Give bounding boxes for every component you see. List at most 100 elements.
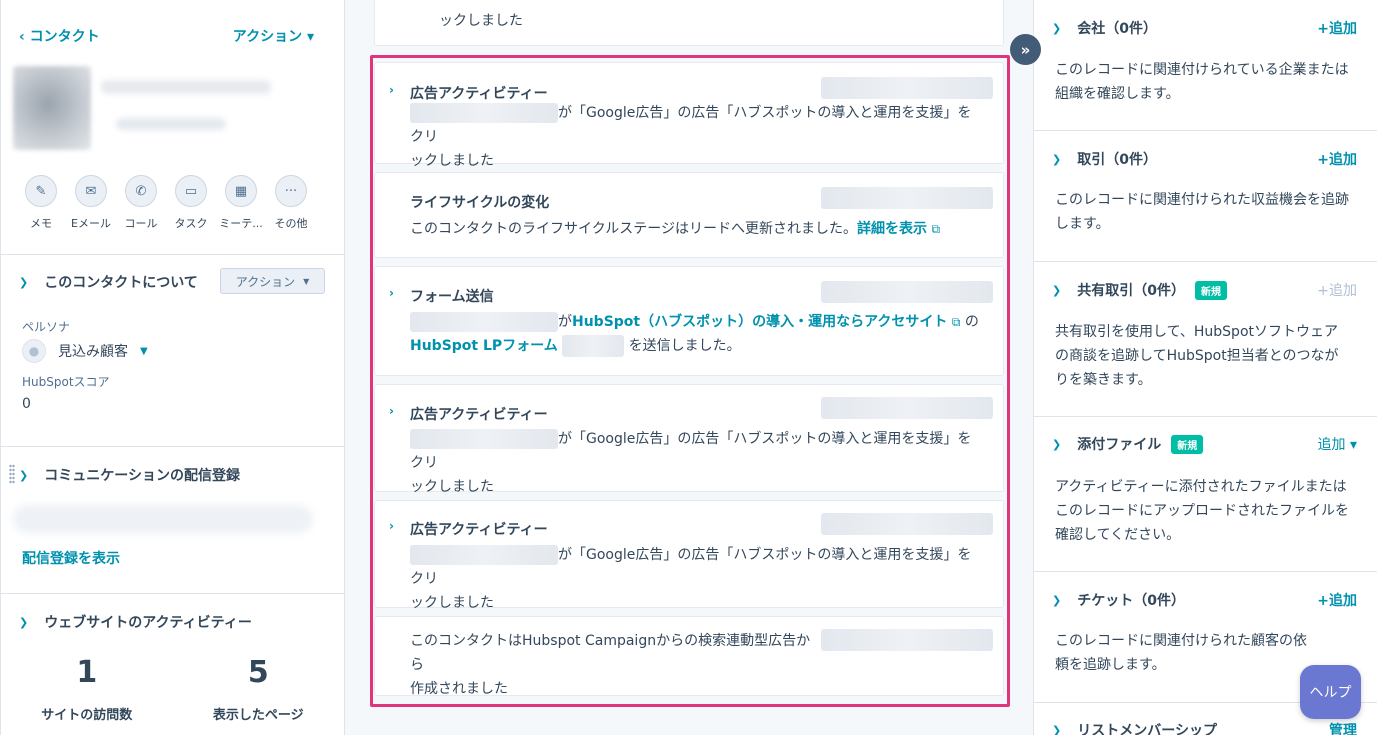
- chevron-down-icon: ❯: [19, 275, 29, 289]
- more-action[interactable]: ··· その他: [275, 175, 308, 231]
- chevron-right-icon[interactable]: ›: [389, 404, 394, 418]
- companies-section-header[interactable]: ❯ 会社（0件） +追加: [1052, 18, 1357, 38]
- collapse-sidebar-icon[interactable]: »: [1010, 34, 1041, 65]
- form-name-link[interactable]: HubSpot LPフォーム: [410, 338, 558, 354]
- manage-lists-button[interactable]: 管理: [1329, 720, 1357, 735]
- back-to-contacts-link[interactable]: ‹ コンタクト: [19, 26, 100, 46]
- timeline-card-form-submission[interactable]: › フォーム送信 がHubSpot（ハブスポット）の導入・運用ならアクセサイト …: [374, 266, 1004, 376]
- persona-label: ペルソナ: [22, 320, 71, 334]
- chevron-down-icon: ❯: [1052, 21, 1062, 35]
- divider: [1034, 261, 1377, 262]
- card-title: 広告アクティビティー: [410, 86, 548, 102]
- contact-sidebar: ‹ コンタクト アクション ▾ ✎ メモ ✉ Eメール ✆ コール ▭ タスク ▦ ミーテ…: [0, 0, 345, 735]
- visits-label: サイトの訪問数: [41, 708, 133, 723]
- chevron-down-icon: ❯: [1052, 723, 1062, 735]
- timeline-card-contact-created[interactable]: このコンタクトはHubspot Campaignからの検索連動型広告から 作成さ…: [374, 616, 1004, 697]
- form-mid-text: が: [558, 314, 572, 330]
- divider: [1034, 571, 1377, 572]
- card-title: 広告アクティビティー: [410, 522, 548, 538]
- caret-down-icon: ▼: [140, 345, 148, 357]
- site-page-link[interactable]: HubSpot（ハブスポット）の導入・運用ならアクセサイト: [572, 314, 947, 330]
- section-description: このレコードに関連付けられた顧客の依頼を追跡します。: [1055, 633, 1307, 673]
- about-actions-button[interactable]: アクション ▼: [220, 268, 325, 294]
- card-date-redacted: [821, 629, 993, 651]
- add-shared-deal-button[interactable]: +追加: [1317, 280, 1357, 300]
- note-action[interactable]: ✎ メモ: [25, 175, 57, 231]
- website-section-toggle[interactable]: ❯ ウェブサイトのアクティビティー: [19, 612, 252, 632]
- chevron-right-icon[interactable]: ›: [389, 286, 394, 300]
- pages-value: 5: [247, 655, 269, 690]
- chevron-down-icon: ❯: [1052, 283, 1062, 297]
- add-ticket-button[interactable]: +追加: [1317, 590, 1357, 610]
- about-section-toggle[interactable]: ❯ このコンタクトについて: [19, 272, 198, 292]
- add-deal-button[interactable]: +追加: [1317, 149, 1357, 169]
- timeline-card-partial: ックしました: [374, 0, 1004, 46]
- more-icon[interactable]: ···: [275, 175, 307, 207]
- divider: [1034, 416, 1377, 417]
- actions-dropdown[interactable]: アクション ▾: [233, 26, 314, 46]
- top-card-text: ックしました: [439, 13, 523, 29]
- tickets-section-header[interactable]: ❯ チケット（0件） +追加: [1052, 590, 1357, 610]
- card-body-line2: ックしました: [410, 595, 494, 611]
- timeline-card-ad-activity[interactable]: › 広告アクティビティー が「Google広告」の広告「ハブスポットの導入と運用…: [374, 62, 1004, 169]
- quick-actions: ✎ メモ ✉ Eメール ✆ コール ▭ タスク ▦ ミーテ... ··· その他: [25, 175, 308, 231]
- contact-name-redacted: [101, 80, 271, 94]
- card-body-line1: このコンタクトはHubspot Campaignからの検索連動型広告から: [410, 633, 811, 673]
- contact-header: ‹ コンタクト アクション ▾: [19, 26, 314, 46]
- persona-field[interactable]: ● 見込み顧客 ▼: [22, 339, 148, 363]
- timeline-card-ad-activity[interactable]: › 広告アクティビティー が「Google広告」の広告「ハブスポットの導入と運用…: [374, 384, 1004, 495]
- chevron-right-icon[interactable]: ›: [389, 519, 394, 533]
- new-badge: 新規: [1171, 434, 1204, 454]
- card-body-line2: 作成されました: [410, 681, 508, 697]
- communication-section-toggle[interactable]: ❯ コミュニケーションの配信登録: [19, 465, 240, 485]
- visits-stat: 1 サイトの訪問数: [1, 655, 173, 723]
- section-title: 添付ファイル: [1077, 437, 1162, 453]
- card-body: がHubSpot（ハブスポット）の導入・運用ならアクセサイト ⧉ の HubSp…: [410, 310, 981, 358]
- visits-value: 1: [76, 655, 98, 690]
- section-title: 取引（0件）: [1077, 152, 1157, 168]
- deals-section-header[interactable]: ❯ 取引（0件） +追加: [1052, 149, 1357, 169]
- card-date-redacted: [821, 513, 993, 535]
- timeline-card-lifecycle[interactable]: ライフサイクルの変化 このコンタクトのライフサイクルステージはリードへ更新されま…: [374, 172, 1004, 258]
- card-title: 広告アクティビティー: [410, 407, 548, 423]
- task-icon[interactable]: ▭: [175, 175, 207, 207]
- call-action[interactable]: ✆ コール: [125, 175, 158, 231]
- add-company-button[interactable]: +追加: [1317, 18, 1357, 38]
- attachments-section-header[interactable]: ❯ 添付ファイル 新規 追加 ▾: [1052, 434, 1357, 454]
- task-action[interactable]: ▭ タスク: [175, 175, 208, 231]
- timeline-card-ad-activity[interactable]: › 広告アクティビティー が「Google広告」の広告「ハブスポットの導入と運用…: [374, 500, 1004, 611]
- phone-icon[interactable]: ✆: [125, 175, 157, 207]
- help-button[interactable]: ヘルプ: [1300, 665, 1361, 719]
- divider: [1, 446, 344, 447]
- edit-icon[interactable]: ✎: [25, 175, 57, 207]
- chevron-down-icon: ❯: [19, 615, 29, 629]
- drag-handle-icon[interactable]: [9, 464, 15, 484]
- view-subscriptions-link[interactable]: 配信登録を表示: [22, 548, 120, 568]
- email-action[interactable]: ✉ Eメール: [71, 175, 111, 231]
- about-actions-label: アクション: [235, 274, 296, 289]
- list-membership-section-header[interactable]: ❯ リストメンバーシップ 管理: [1052, 720, 1357, 735]
- meeting-action[interactable]: ▦ ミーテ...: [219, 175, 263, 231]
- contact-avatar: [13, 66, 91, 150]
- chevron-down-icon: ❯: [1052, 437, 1062, 451]
- association-sidebar: ❯ 会社（0件） +追加 このレコードに関連付けられている企業または組織を確認し…: [1033, 0, 1377, 735]
- contact-name-redacted: [410, 429, 558, 449]
- person-icon: ●: [22, 339, 46, 363]
- card-body: このコンタクトのライフサイクルステージはリードへ更新されました。詳細を表示 ⧉: [410, 217, 981, 241]
- new-badge: 新規: [1194, 280, 1227, 300]
- score-label: HubSpotスコア: [22, 375, 110, 389]
- email-icon[interactable]: ✉: [75, 175, 107, 207]
- chevron-right-icon[interactable]: ›: [389, 83, 394, 97]
- add-attachment-dropdown[interactable]: 追加 ▾: [1318, 434, 1357, 454]
- contact-email-redacted: [116, 118, 226, 130]
- card-text: ックしました: [439, 9, 981, 33]
- shared-deals-section-header[interactable]: ❯ 共有取引（0件） 新規 +追加: [1052, 280, 1357, 300]
- caret-down-icon: ▼: [303, 276, 310, 286]
- calendar-icon[interactable]: ▦: [225, 175, 257, 207]
- contact-name-redacted: [410, 312, 558, 332]
- card-body: が「Google広告」の広告「ハブスポットの導入と運用を支援」をクリ ックしまし…: [410, 101, 981, 173]
- view-details-link[interactable]: 詳細を表示: [857, 221, 927, 237]
- external-link-icon[interactable]: ⧉: [931, 222, 940, 236]
- activity-timeline: ックしました › 広告アクティビティー が「Google広告」の広告「ハブスポッ…: [346, 0, 1033, 735]
- external-link-icon[interactable]: ⧉: [952, 315, 961, 329]
